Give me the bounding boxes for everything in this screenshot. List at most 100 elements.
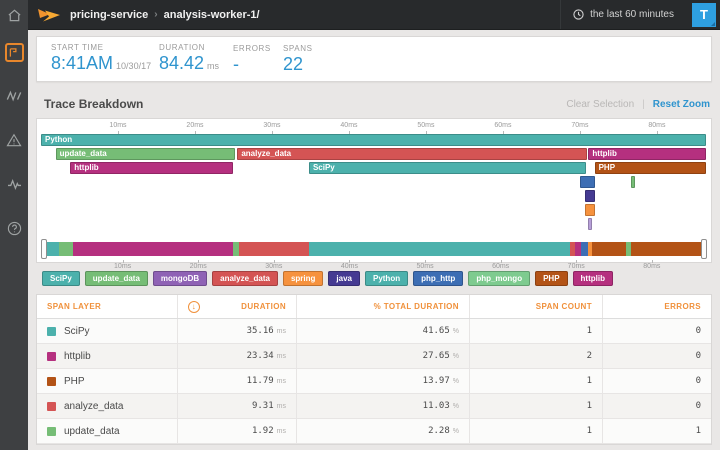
topbar: pricing-service › analysis-worker-1/ the…: [0, 0, 720, 30]
cell-pct-total-duration: 2.28%: [296, 419, 469, 443]
layer-name: PHP: [64, 376, 85, 387]
sidebar-item-home[interactable]: [0, 0, 28, 30]
legend-chip-php_mongo[interactable]: php_mongo: [468, 271, 530, 286]
sidebar-item-transactions[interactable]: [0, 74, 28, 118]
stat-label: ERRORS: [233, 44, 283, 53]
axis-tick-mark: [123, 260, 124, 263]
axis-tick-label: 20ms: [186, 122, 203, 129]
axis-tick-label: 70ms: [568, 263, 585, 270]
cell-duration: 23.34ms: [177, 344, 296, 368]
stat-label: START TIME: [51, 43, 159, 52]
column-header-label: SPAN LAYER: [47, 302, 101, 311]
user-avatar[interactable]: T: [692, 3, 716, 27]
sidebar-item-live-metrics[interactable]: [0, 162, 28, 206]
breakdown-title: Trace Breakdown: [44, 97, 143, 111]
legend-chip-spring[interactable]: spring: [283, 271, 323, 286]
axis-tick-label: 30ms: [265, 263, 282, 270]
layer-color-swatch: [47, 352, 56, 361]
column-header-span-layer: SPAN LAYER: [37, 295, 177, 318]
sort-desc-icon[interactable]: ↓: [188, 301, 200, 313]
axis-tick-label: 80ms: [643, 263, 660, 270]
cell-span-count: 1: [469, 369, 602, 393]
gantt-row: httplib SciPy PHP: [41, 162, 707, 174]
table-row-SciPy[interactable]: SciPy35.16ms41.65%10: [37, 319, 711, 344]
minimap-segment-update_data[interactable]: [59, 242, 73, 256]
table-row-PHP[interactable]: PHP11.79ms13.97%10: [37, 369, 711, 394]
gantt-span-Python[interactable]: Python: [41, 134, 706, 146]
sidebar-item-traces[interactable]: [0, 30, 28, 74]
gantt-span-update_data[interactable]: update_data: [56, 148, 235, 160]
layer-color-swatch: [47, 377, 56, 386]
layer-color-swatch: [47, 427, 56, 436]
axis-tick-label: 10ms: [114, 263, 131, 270]
column-header-label: SPAN COUNT: [536, 302, 592, 311]
legend-chip-PHP[interactable]: PHP: [535, 271, 567, 286]
help-icon: [7, 221, 22, 236]
table-row-httplib[interactable]: httplib23.34ms27.65%20: [37, 344, 711, 369]
cell-duration: 11.79ms: [177, 369, 296, 393]
gantt-span-PHP[interactable]: PHP: [595, 162, 707, 174]
stat-duration: DURATION84.42ms: [159, 43, 233, 76]
minimap-segment-SciPy[interactable]: [309, 242, 571, 256]
gantt-span-analyze_data[interactable]: analyze_data: [237, 148, 587, 160]
legend-chip-update_data[interactable]: update_data: [85, 271, 148, 286]
layer-name: httplib: [64, 351, 91, 362]
gantt-span-java[interactable]: [585, 190, 595, 202]
minimap-segment-PHP[interactable]: [631, 242, 701, 256]
gantt-minimap: [41, 239, 707, 259]
sidebar-item-alerts[interactable]: [0, 118, 28, 162]
minimap-right-handle[interactable]: [701, 239, 707, 259]
column-header-label: ERRORS: [664, 302, 701, 311]
cell-duration: 9.31ms: [177, 394, 296, 418]
gantt-span-spring[interactable]: [585, 204, 595, 216]
cell-errors: 0: [602, 394, 711, 418]
link-divider: |: [642, 99, 645, 110]
gantt-span-httplib[interactable]: httplib: [70, 162, 233, 174]
breadcrumb-service[interactable]: pricing-service: [70, 9, 148, 21]
axis-tick-label: 20ms: [190, 263, 207, 270]
minimap-segment-PHP[interactable]: [592, 242, 626, 256]
legend-chip-Python[interactable]: Python: [365, 271, 408, 286]
breadcrumb-transaction[interactable]: analysis-worker-1/: [164, 9, 260, 21]
time-range-picker[interactable]: the last 60 minutes: [560, 0, 686, 29]
gantt-span-php_http[interactable]: [580, 176, 595, 188]
axis-tick-mark: [652, 260, 653, 263]
stat-value: 8:41AM10/30/17: [51, 54, 159, 76]
cell-pct-total-duration: 27.65%: [296, 344, 469, 368]
trace-summary-card: START TIME 8:41AM10/30/17DURATION84.42msE…: [36, 36, 712, 82]
clear-selection-button[interactable]: Clear Selection: [566, 99, 634, 110]
minimap-segment-Python[interactable]: [47, 242, 59, 256]
minimap-segment-php_http[interactable]: [581, 242, 588, 256]
minimap-left-handle[interactable]: [41, 239, 47, 259]
legend-chip-httplib[interactable]: httplib: [573, 271, 613, 286]
column-header-duration[interactable]: ↓DURATION: [177, 295, 296, 318]
gantt-span-update_data[interactable]: [631, 176, 636, 188]
legend-chip-java[interactable]: java: [328, 271, 360, 286]
cell-duration: 35.16ms: [177, 319, 296, 343]
gantt-row: Python: [41, 134, 707, 146]
legend-chip-php_http[interactable]: php_http: [413, 271, 463, 286]
table-row-analyze_data[interactable]: analyze_data9.31ms11.03%10: [37, 394, 711, 419]
gantt-row: [41, 176, 707, 188]
reset-zoom-button[interactable]: Reset Zoom: [653, 99, 710, 110]
trace-gantt-panel: 10ms20ms30ms40ms50ms60ms70ms80ms Pythonu…: [36, 118, 712, 263]
column-header-span-count: SPAN COUNT: [469, 295, 602, 318]
gantt-span-SciPy[interactable]: SciPy: [309, 162, 586, 174]
gantt-span-mongoDB[interactable]: [588, 218, 592, 230]
axis-tick-mark: [198, 260, 199, 263]
legend-chip-SciPy[interactable]: SciPy: [42, 271, 80, 286]
minimap-time-axis: 10ms20ms30ms40ms50ms60ms70ms80ms: [47, 260, 701, 271]
legend-chip-analyze_data[interactable]: analyze_data: [212, 271, 278, 286]
stat-start-time: START TIME 8:41AM10/30/17: [51, 43, 159, 76]
sidebar-item-help[interactable]: [0, 206, 28, 250]
cell-errors: 1: [602, 419, 711, 443]
cell-pct-total-duration: 13.97%: [296, 369, 469, 393]
breadcrumb-separator-icon: ›: [154, 9, 157, 20]
legend-chip-mongoDB[interactable]: mongoDB: [153, 271, 207, 286]
table-row-update_data[interactable]: update_data1.92ms2.28%11: [37, 419, 711, 444]
minimap-segment-analyze_data[interactable]: [239, 242, 309, 256]
minimap-segment-httplib[interactable]: [73, 242, 233, 256]
gantt-span-httplib[interactable]: httplib: [588, 148, 706, 160]
cell-span-count: 1: [469, 319, 602, 343]
axis-tick-label: 50ms: [417, 122, 434, 129]
